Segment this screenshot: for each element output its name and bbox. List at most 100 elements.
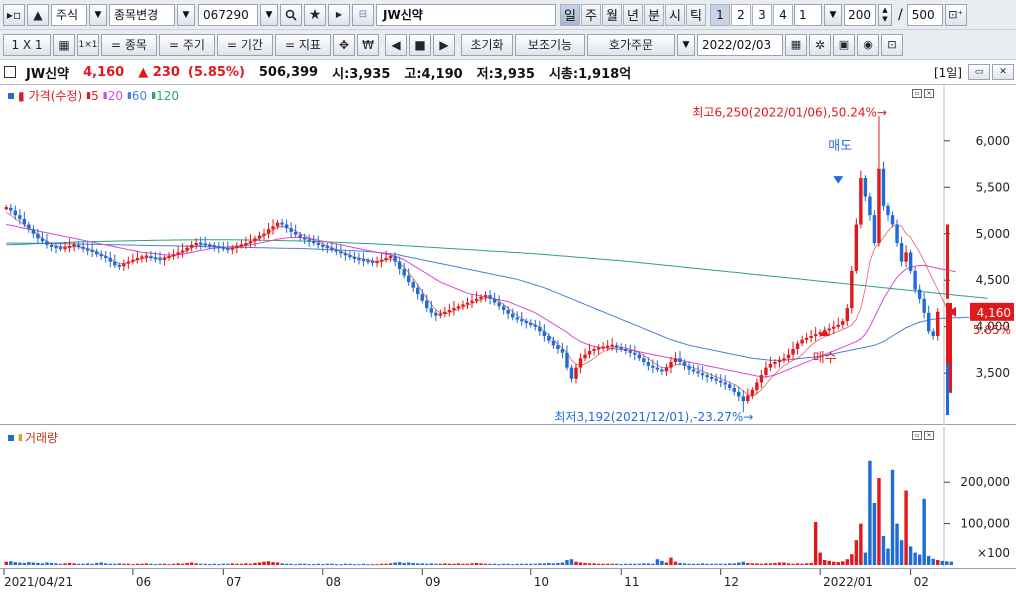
- order-button[interactable]: 호가주문: [587, 33, 675, 56]
- date-axis[interactable]: 2021/04/21 06 07 08 09 10 11 12 2022/01 02: [0, 568, 1016, 597]
- period-tab-month[interactable]: 월: [602, 3, 622, 26]
- news-icon[interactable]: ⊟: [352, 3, 374, 26]
- reset-button[interactable]: 초기화: [461, 33, 513, 56]
- zoom-icon[interactable]: ◉: [857, 33, 879, 56]
- count-stepper[interactable]: ▲ ▼: [878, 3, 892, 26]
- candle-body: [691, 369, 696, 372]
- calendar-icon[interactable]: ▦: [785, 33, 807, 56]
- search-icon[interactable]: [280, 3, 302, 26]
- period-button[interactable]: = 기간: [217, 33, 273, 56]
- currency-won-icon[interactable]: ₩: [357, 33, 379, 56]
- volume-bar: [637, 563, 642, 565]
- market-select[interactable]: 주식: [51, 3, 87, 26]
- panel-toggle-button[interactable]: ▸▫: [3, 3, 25, 26]
- volume-legend-handle-icon: [8, 434, 14, 441]
- legend-price-title[interactable]: 가격(수정): [29, 87, 83, 104]
- period-tab-year[interactable]: 년: [623, 3, 643, 26]
- legend-ma120[interactable]: 120: [156, 89, 179, 103]
- candle-body: [126, 261, 131, 264]
- candle-body: [45, 241, 49, 245]
- candle-body: [429, 308, 434, 313]
- aux-function-button[interactable]: 보조기능: [515, 33, 585, 56]
- new-window-icon[interactable]: ⊡: [881, 33, 903, 56]
- candle-body: [718, 380, 723, 383]
- candle-body: [461, 304, 465, 307]
- volume-panel-restore-icon[interactable]: ▫: [912, 431, 922, 440]
- period-tab-tick[interactable]: 틱: [686, 3, 706, 26]
- volume-panel-close-icon[interactable]: ×: [924, 431, 934, 440]
- favorite-star-icon[interactable]: ★: [304, 3, 326, 26]
- legend-ma60[interactable]: 60: [132, 89, 147, 103]
- date-input[interactable]: 2022/02/03: [697, 33, 783, 56]
- volume-bar: [289, 563, 293, 565]
- cycle-button[interactable]: = 주기: [159, 33, 215, 56]
- market-dropdown-icon[interactable]: ▼: [89, 3, 107, 26]
- close-icon[interactable]: ✕: [992, 64, 1014, 80]
- grid-icon[interactable]: ▦: [53, 33, 75, 56]
- volume-bar: [370, 564, 375, 566]
- single-view-icon[interactable]: 1×1: [77, 33, 99, 56]
- num-tab-1[interactable]: 1: [710, 3, 730, 26]
- candle-body: [836, 324, 840, 327]
- candle-body: [171, 254, 176, 257]
- volume-legend-title[interactable]: 거래량: [25, 429, 58, 446]
- unit-dropdown-icon[interactable]: ▼: [824, 3, 842, 26]
- stop-button-icon[interactable]: ■: [409, 33, 431, 56]
- unit-input[interactable]: 1: [794, 3, 822, 26]
- legend-ma20[interactable]: 20: [108, 89, 123, 103]
- volume-bar: [99, 562, 103, 565]
- panel-restore-icon[interactable]: ▫: [912, 89, 922, 98]
- num-tab-4[interactable]: 4: [773, 3, 793, 26]
- volume-bar: [31, 562, 36, 565]
- volume-bar: [945, 561, 949, 565]
- next-button-icon[interactable]: ▶: [433, 33, 455, 56]
- add-window-icon[interactable]: ⊡⁺: [944, 3, 967, 26]
- collapse-up-button[interactable]: ▲: [27, 3, 49, 26]
- volume-bar: [533, 563, 538, 565]
- num-tab-2[interactable]: 2: [731, 3, 751, 26]
- volume-bar: [262, 561, 266, 565]
- num-tab-3[interactable]: 3: [752, 3, 772, 26]
- candle-body: [36, 233, 40, 239]
- candle-body: [180, 250, 185, 253]
- volume-bar: [113, 563, 117, 565]
- period-tab-day[interactable]: 일: [560, 3, 580, 26]
- stock-change-dropdown-icon[interactable]: ▼: [177, 3, 195, 26]
- legend-ma5[interactable]: 5: [91, 89, 99, 103]
- panel-close-icon[interactable]: ×: [924, 89, 934, 98]
- candle-body: [664, 367, 669, 372]
- order-dropdown-icon[interactable]: ▼: [677, 33, 695, 56]
- next-stock-arrow-icon[interactable]: ▶: [328, 3, 350, 26]
- volume-bar: [768, 563, 773, 565]
- volume-bar: [904, 490, 908, 565]
- period-tab-hour[interactable]: 시: [665, 3, 685, 26]
- volume-bar: [302, 563, 307, 565]
- candle-body: [926, 312, 931, 332]
- candle-body: [176, 252, 180, 255]
- candle-body: [728, 384, 732, 389]
- period-tab-week[interactable]: 주: [581, 3, 601, 26]
- volume-bar: [447, 563, 452, 565]
- period-tab-minute[interactable]: 분: [644, 3, 664, 26]
- volume-bar: [171, 563, 176, 565]
- item-button[interactable]: = 종목: [101, 33, 157, 56]
- price-chart-panel[interactable]: 3,500 4,000 4,500 5,000 5,500 6,000 4,160 5.85%…: [0, 85, 1016, 425]
- move-crosshair-icon[interactable]: ✥: [333, 33, 355, 56]
- stock-code-input[interactable]: 067290: [198, 3, 258, 26]
- checkbox[interactable]: [4, 66, 16, 78]
- volume-bar: [343, 563, 348, 565]
- indicator-button[interactable]: = 지표: [275, 33, 331, 56]
- prev-button-icon[interactable]: ◀: [385, 33, 407, 56]
- stock-change-select[interactable]: 종목변경: [109, 3, 175, 26]
- layout-ratio-button[interactable]: 1 X 1: [3, 33, 51, 56]
- code-dropdown-icon[interactable]: ▼: [260, 3, 278, 26]
- volume-legend-marker-icon: ▮: [18, 432, 23, 443]
- volume-chart-panel[interactable]: 100,000 200,000 ×100 ▮ 거래량 ▫ ×: [0, 427, 1016, 567]
- candle-body: [465, 302, 470, 305]
- restore-icon[interactable]: ▭: [968, 64, 990, 80]
- max-count-input[interactable]: 500: [906, 3, 943, 26]
- count-input[interactable]: 200: [844, 3, 876, 26]
- settings-gear-icon[interactable]: ✲: [809, 33, 831, 56]
- candle-body: [854, 224, 859, 271]
- save-icon[interactable]: ▣: [833, 33, 855, 56]
